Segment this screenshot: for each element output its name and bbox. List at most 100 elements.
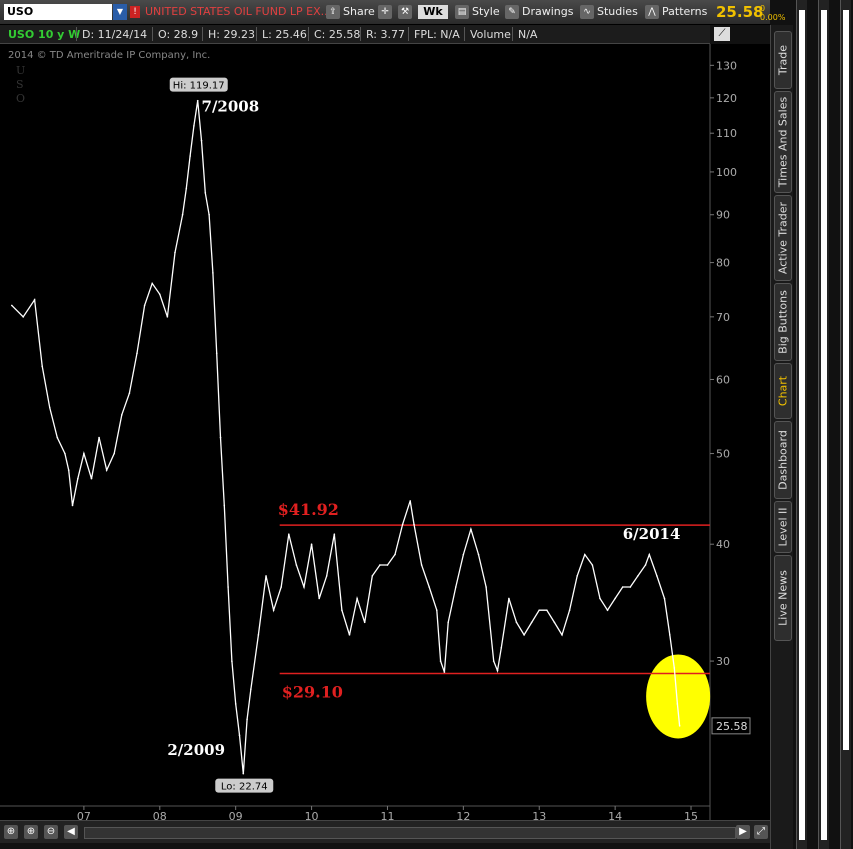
- y-tick-label: 70: [716, 311, 730, 324]
- price-point: [242, 772, 245, 775]
- last-price: 25.58: [716, 3, 764, 21]
- scroll-right-icon[interactable]: ▶: [736, 825, 750, 839]
- y-tick-label: 100: [716, 166, 737, 179]
- price-point: [401, 523, 404, 526]
- drawings-button[interactable]: ✎ Drawings: [505, 4, 573, 20]
- patterns-button[interactable]: ⋀ Patterns: [645, 4, 707, 20]
- price-point: [90, 477, 93, 480]
- price-point: [143, 304, 146, 307]
- y-tick-label: 30: [716, 655, 730, 668]
- horizontal-scrollbar[interactable]: [84, 827, 736, 839]
- alert-icon[interactable]: !: [130, 6, 140, 18]
- x-tick-label: 09: [229, 810, 243, 820]
- price-point: [227, 586, 229, 588]
- x-tick-label: 07: [77, 810, 91, 820]
- price-point: [394, 553, 396, 556]
- chart-spec[interactable]: USO 10 y W: [8, 28, 80, 41]
- studies-button[interactable]: ∿ Studies: [580, 4, 638, 20]
- x-tick-label: 13: [532, 810, 546, 820]
- side-tab-dashboard[interactable]: Dashboard: [774, 421, 792, 499]
- style-button[interactable]: ▤ Style: [455, 4, 500, 20]
- price-point: [185, 187, 188, 190]
- price-point: [272, 609, 275, 612]
- strip-panel-2: [818, 0, 829, 849]
- price-point: [22, 316, 24, 318]
- price-point: [303, 586, 305, 588]
- price-point: [280, 586, 283, 588]
- price-point: [496, 669, 499, 672]
- price-point: [310, 543, 313, 546]
- expand-icon[interactable]: ⤢: [754, 825, 768, 839]
- y-tick-label: 60: [716, 373, 730, 386]
- price-point: [333, 533, 336, 535]
- price-point: [656, 575, 658, 577]
- price-point: [56, 436, 59, 439]
- timeframe-button[interactable]: Wk: [418, 5, 448, 19]
- price-point: [428, 586, 431, 588]
- side-tab-active-trader[interactable]: Active Trader: [774, 195, 792, 281]
- price-point: [265, 575, 267, 577]
- side-tab-live-news[interactable]: Live News: [774, 555, 792, 641]
- price-point: [204, 191, 207, 194]
- price-point: [523, 634, 525, 636]
- price-point: [508, 597, 510, 600]
- price-point: [637, 575, 639, 577]
- price-point: [561, 634, 563, 636]
- price-point: [200, 139, 203, 142]
- side-tab-big-buttons[interactable]: Big Buttons: [774, 283, 792, 361]
- price-point: [257, 634, 260, 636]
- y-tick-label: 110: [716, 127, 737, 140]
- x-tick-label: 12: [456, 810, 470, 820]
- share-button[interactable]: ⇪ Share: [326, 4, 375, 20]
- y-tick-label: 80: [716, 257, 730, 270]
- price-point: [234, 703, 237, 705]
- price-point: [196, 99, 199, 102]
- style-icon: ▤: [455, 5, 469, 19]
- bottom-bar: ⊕ ⊕ ⊖ ◀ ▶ ⤢: [0, 820, 770, 843]
- price-point: [71, 504, 74, 507]
- price-point: [356, 597, 358, 600]
- price-point: [250, 688, 252, 690]
- price-point: [158, 293, 161, 296]
- price-point: [621, 586, 624, 588]
- price-point: [83, 452, 85, 455]
- price-point: [341, 609, 343, 612]
- strip-panel-1: [796, 0, 807, 849]
- zoom-out-icon[interactable]: ⊖: [44, 825, 58, 839]
- price-point: [599, 597, 601, 600]
- x-tick-label: 11: [380, 810, 394, 820]
- zoom-in-icon[interactable]: ⊕: [24, 825, 38, 839]
- y-tick-label: 50: [716, 448, 730, 461]
- side-tab-chart[interactable]: Chart: [774, 363, 792, 419]
- info-volume: Volume: [470, 28, 511, 41]
- side-tab-times-and-sales[interactable]: Times And Sales: [774, 91, 792, 193]
- x-tick-label: 10: [305, 810, 319, 820]
- info-volume-value: N/A: [518, 28, 538, 41]
- price-point: [648, 553, 651, 556]
- side-tab-level-ii[interactable]: Level II: [774, 501, 792, 553]
- price-point: [325, 575, 328, 577]
- side-tab-trade[interactable]: Trade: [774, 31, 792, 89]
- horizontal-line-label: $41.92: [278, 500, 339, 519]
- symbol-dropdown-icon[interactable]: ▼: [113, 4, 127, 20]
- extreme-label: Hi: 119.17: [173, 81, 225, 92]
- drawing-tool-icon[interactable]: ⟋: [714, 27, 730, 41]
- date-annotation: 6/2014: [623, 525, 681, 543]
- x-tick-label: 08: [153, 810, 167, 820]
- price-point: [492, 660, 495, 662]
- price-point: [576, 575, 578, 577]
- price-point: [121, 414, 123, 416]
- scroll-left-icon[interactable]: ◀: [64, 825, 78, 839]
- price-point: [189, 155, 191, 157]
- price-point: [678, 725, 681, 727]
- price-point: [174, 251, 176, 254]
- price-point: [673, 667, 676, 669]
- price-point: [379, 564, 381, 566]
- symbol-input[interactable]: USO: [4, 4, 112, 20]
- zoom-icon[interactable]: ⊕: [4, 825, 18, 839]
- price-chart[interactable]: 30 40 50 60 70 80 90 100 110 120 130 07 08 09 10 11 12 13…: [0, 44, 770, 820]
- crosshair-button[interactable]: ✛: [378, 4, 395, 20]
- price-point: [553, 621, 556, 624]
- price-point: [151, 282, 153, 285]
- wrench-button[interactable]: ⚒: [398, 4, 415, 20]
